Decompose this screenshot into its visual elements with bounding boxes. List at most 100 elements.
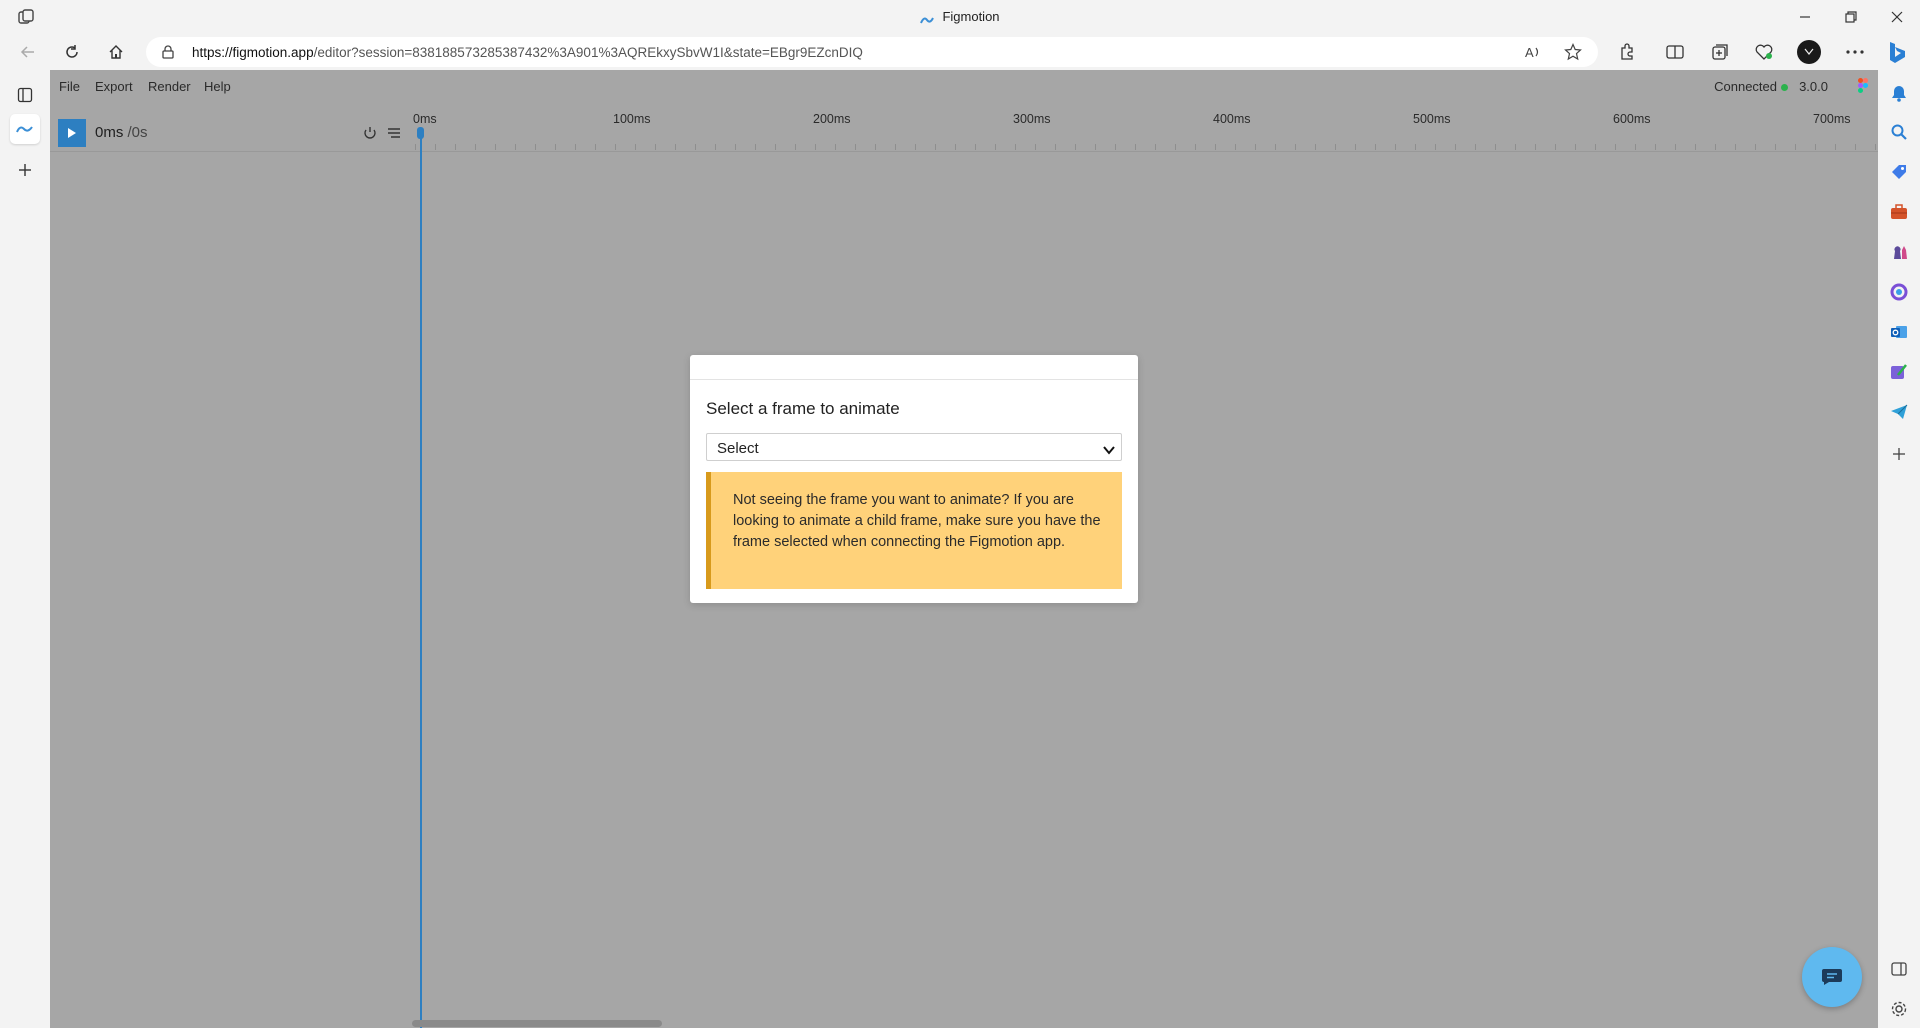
ruler-tick: [1415, 144, 1416, 150]
tab-actions-icon[interactable]: [10, 80, 40, 110]
ruler-tick: [875, 144, 876, 150]
play-icon: [68, 128, 76, 138]
play-button[interactable]: [58, 119, 86, 147]
warning-text: Not seeing the frame you want to animate…: [733, 492, 1101, 550]
tools-briefcase-icon[interactable]: [1888, 201, 1910, 223]
refresh-button[interactable]: [59, 39, 85, 65]
timeline-ruler[interactable]: 0ms 100ms 200ms 300ms 400ms 500ms 600ms …: [413, 102, 1878, 152]
ruler-tick: [1335, 144, 1336, 150]
vertical-tab-strip: [0, 70, 50, 1028]
menu-file[interactable]: File: [59, 79, 80, 94]
warning-callout: Not seeing the frame you want to animate…: [706, 472, 1122, 589]
ruler-tick: [1735, 144, 1736, 150]
notifications-bell-icon[interactable]: [1888, 82, 1910, 104]
edge-sidebar: [1878, 70, 1920, 1028]
ruler-tick: [595, 144, 596, 150]
timecode: 0ms /0s: [95, 124, 148, 141]
microsoft-365-icon[interactable]: [1888, 281, 1910, 303]
app-menubar: File Export Render Help Connected 3.0.0: [50, 70, 1878, 102]
browser-essentials-icon[interactable]: [1752, 40, 1776, 64]
ruler-tick: [1375, 144, 1376, 150]
profile-avatar[interactable]: [1797, 40, 1821, 64]
layers-list-icon[interactable]: [387, 126, 401, 144]
ruler-tick: [775, 144, 776, 150]
split-screen-icon[interactable]: [1663, 40, 1687, 64]
ruler-tick: [1815, 144, 1816, 150]
ruler-tick: [895, 144, 896, 150]
connection-status-label: Connected: [1714, 79, 1777, 94]
read-aloud-icon[interactable]: A: [1523, 42, 1543, 62]
minimize-button[interactable]: [1794, 6, 1816, 28]
window-title-text: Figmotion: [942, 9, 1000, 24]
hide-sidebar-icon[interactable]: [1888, 958, 1910, 980]
ruler-tick: [1135, 144, 1136, 150]
url-host: https://figmotion.app: [192, 45, 314, 60]
sidebar-settings-gear-icon[interactable]: [1888, 998, 1910, 1020]
app-version: 3.0.0: [1799, 79, 1828, 94]
extensions-icon[interactable]: [1615, 40, 1639, 64]
ruler-tick: [1435, 144, 1436, 150]
ruler-tick: [975, 144, 976, 150]
ruler-tick: [1835, 144, 1836, 150]
ruler-label: 500ms: [1413, 112, 1451, 126]
collections-icon[interactable]: [1708, 40, 1732, 64]
chat-bubble-icon: [1822, 969, 1842, 985]
close-window-button[interactable]: [1886, 6, 1908, 28]
status-dot-icon: [1781, 84, 1788, 92]
ruler-tick: [1755, 144, 1756, 150]
add-sidebar-app-icon[interactable]: [1888, 443, 1910, 465]
figmotion-favicon-icon: [920, 13, 936, 23]
timeline-horizontal-scrollbar[interactable]: [412, 1020, 662, 1027]
ruler-tick: [835, 144, 836, 150]
url-path: /editor?session=838188573285387432%3A901…: [313, 45, 863, 60]
ruler-label: 300ms: [1013, 112, 1051, 126]
menu-render[interactable]: Render: [148, 79, 191, 94]
ruler-tick: [1115, 144, 1116, 150]
current-time: 0ms: [95, 124, 124, 141]
bing-copilot-icon[interactable]: [1885, 40, 1909, 64]
frame-select-value: Select: [717, 440, 759, 457]
ruler-tick: [655, 144, 656, 150]
ruler-tick: [435, 144, 436, 150]
designer-icon[interactable]: [1888, 361, 1910, 383]
more-menu-icon[interactable]: [1843, 40, 1867, 64]
ruler-tick: [475, 144, 476, 150]
tab-figmotion[interactable]: [10, 114, 40, 144]
back-button[interactable]: [15, 39, 41, 65]
support-chat-button[interactable]: [1802, 947, 1862, 1007]
svg-text:A: A: [1525, 45, 1534, 60]
playhead-line: [420, 130, 422, 1028]
favorite-star-icon[interactable]: [1563, 42, 1583, 62]
ruler-tick: [1555, 144, 1556, 150]
sidebar-search-icon[interactable]: [1888, 121, 1910, 143]
ruler-tick: [1495, 144, 1496, 150]
ruler-tick: [1015, 144, 1016, 150]
ruler-tick: [675, 144, 676, 150]
ruler-tick: [1515, 144, 1516, 150]
url-bar[interactable]: https://figmotion.app/editor?session=838…: [146, 37, 1598, 67]
games-chess-icon[interactable]: [1888, 241, 1910, 263]
ruler-tick: [1095, 144, 1096, 150]
new-tab-button[interactable]: [10, 155, 40, 185]
shopping-tag-icon[interactable]: [1888, 161, 1910, 183]
ruler-tick: [615, 144, 616, 150]
ruler-tick: [1695, 144, 1696, 150]
menu-export[interactable]: Export: [95, 79, 133, 94]
menu-help[interactable]: Help: [204, 79, 231, 94]
ruler-tick: [1655, 144, 1656, 150]
home-button[interactable]: [103, 39, 129, 65]
outlook-icon[interactable]: [1888, 321, 1910, 343]
figmotion-tab-icon: [16, 126, 33, 133]
select-frame-modal: Select a frame to animate Select Not see…: [690, 355, 1138, 603]
figma-logo-icon: [1858, 78, 1868, 93]
lock-icon[interactable]: [162, 45, 174, 64]
ruler-tick: [1795, 144, 1796, 150]
modal-header: [690, 355, 1138, 380]
loop-icon[interactable]: [363, 126, 377, 145]
ruler-tick: [555, 144, 556, 150]
telegram-send-icon[interactable]: [1888, 401, 1910, 423]
restore-button[interactable]: [1840, 6, 1862, 28]
url-text[interactable]: https://figmotion.app/editor?session=838…: [192, 45, 863, 60]
frame-select[interactable]: Select: [706, 433, 1122, 461]
ruler-tick: [1175, 144, 1176, 150]
